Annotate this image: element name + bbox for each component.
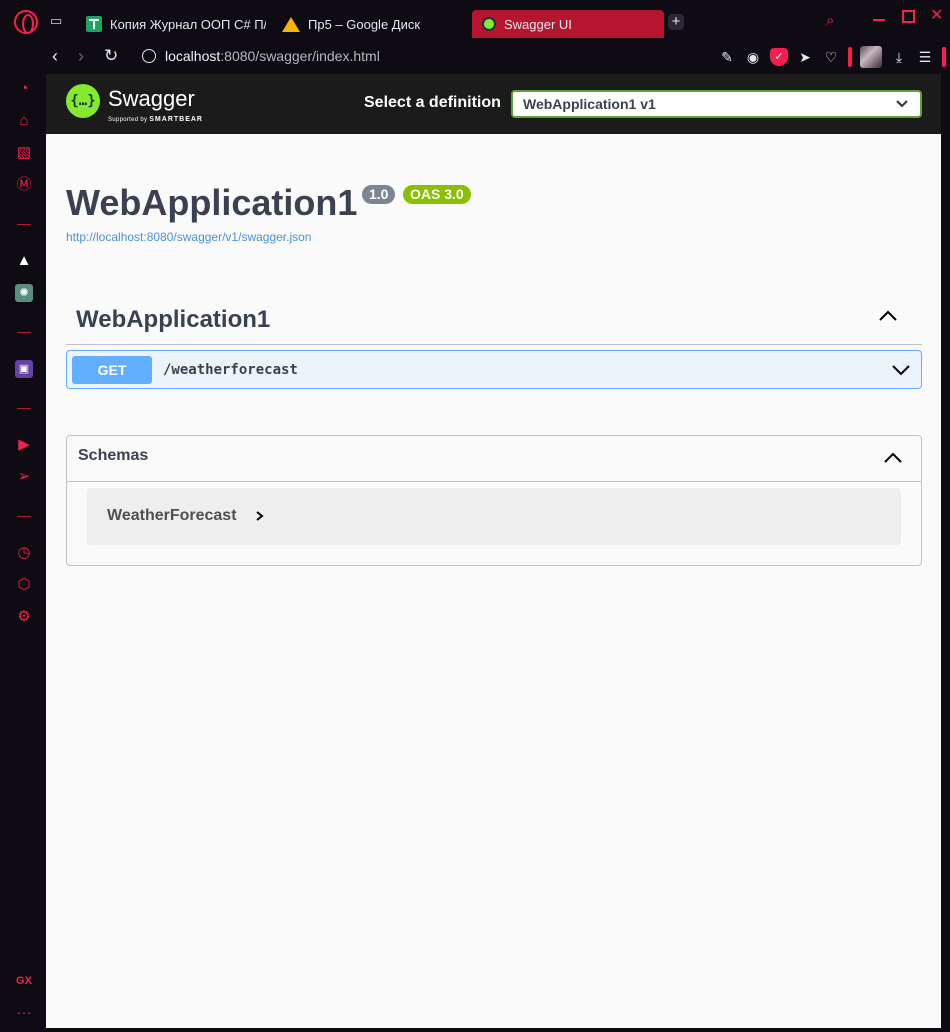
- bookmark-heart-icon[interactable]: ♡: [822, 48, 840, 66]
- tab-island-icon[interactable]: ▭: [50, 14, 68, 28]
- chevron-right-icon[interactable]: [255, 508, 265, 524]
- address-bar: ‹ › ↻ localhost:8080/swagger/index.html …: [46, 40, 950, 74]
- definition-select[interactable]: WebApplication1 v1: [511, 90, 922, 118]
- browser-titlebar: ▭ Копия Журнал ООП C# П/ Пр5 – Google Ди…: [0, 0, 950, 40]
- definition-selected-value: WebApplication1 v1: [523, 96, 656, 112]
- new-tab-button[interactable]: +: [668, 14, 684, 30]
- sidebar-divider: [17, 224, 31, 225]
- schemas-header[interactable]: Schemas: [67, 436, 921, 482]
- reload-button[interactable]: ↻: [104, 46, 118, 66]
- chevron-down-icon: [896, 92, 908, 124]
- operation-get-weatherforecast[interactable]: GET /weatherforecast: [66, 350, 922, 389]
- chevron-up-icon[interactable]: [878, 306, 898, 326]
- forward-button[interactable]: ›: [78, 46, 84, 66]
- sidebar-divider: [17, 408, 31, 409]
- page-scrollbar[interactable]: [941, 74, 950, 1032]
- tab-journal[interactable]: Копия Журнал ООП C# П/: [86, 10, 266, 38]
- swagger-favicon-icon: [482, 17, 496, 31]
- google-sheets-icon: [86, 16, 102, 32]
- definition-label: Select a definition: [364, 94, 501, 111]
- tag-name: WebApplication1: [76, 306, 271, 333]
- http-method-badge: GET: [72, 356, 152, 384]
- adblock-shield-icon[interactable]: ✓: [770, 48, 788, 66]
- snapshot-icon[interactable]: ◉: [744, 48, 762, 66]
- history-icon[interactable]: ◷: [15, 544, 33, 562]
- toolbar-separator: [942, 47, 946, 67]
- google-drive-icon: [282, 16, 300, 32]
- chatgpt-icon[interactable]: ✺: [15, 284, 33, 302]
- gx-mods-icon[interactable]: GX: [15, 972, 33, 990]
- chevron-down-icon[interactable]: [891, 360, 911, 380]
- twitch-icon[interactable]: ▣: [15, 360, 33, 378]
- swagger-brand: Swagger: [108, 86, 195, 111]
- flow-send-icon[interactable]: ➤: [796, 48, 814, 66]
- toolbar-icons: ✎ ◉ ✓ ➤ ♡ ⤓ ☰: [718, 46, 946, 68]
- api-title: WebApplication1: [66, 182, 358, 223]
- swagger-topbar: {…} Swagger Supported by SMARTBEAR Selec…: [46, 74, 941, 134]
- browser-sidebar: ◔ ⌂ ▧ Ⓜ ▲ ✺ ▣ ▶ ➢ ◷ ⬡ ⚙ GX ···: [0, 74, 46, 1032]
- easy-files-icon[interactable]: ✎: [718, 48, 736, 66]
- schemas-section: Schemas WeatherForecast: [66, 435, 922, 566]
- tab-google-drive[interactable]: Пр5 – Google Диск: [282, 10, 462, 38]
- swagger-supported-by: Supported by SMARTBEAR: [108, 116, 203, 123]
- url-field[interactable]: localhost:8080/swagger/index.html: [165, 48, 380, 64]
- tab-label: Копия Журнал ООП C# П/: [110, 16, 266, 32]
- back-button[interactable]: ‹: [52, 46, 58, 66]
- model-weatherforecast[interactable]: WeatherForecast: [87, 488, 901, 545]
- url-path: :8080/swagger/index.html: [220, 48, 380, 64]
- toolbar-separator: [848, 47, 852, 67]
- downloads-icon[interactable]: ⤓: [890, 48, 908, 66]
- tab-search-icon[interactable]: ⌕: [826, 12, 834, 29]
- sidebar-divider: [17, 332, 31, 333]
- more-options-icon[interactable]: ···: [15, 1004, 33, 1022]
- aria-ai-icon[interactable]: ▲: [15, 252, 33, 270]
- tab-swagger-ui[interactable]: Swagger UI: [472, 10, 664, 38]
- web-page: {…} Swagger Supported by SMARTBEAR Selec…: [46, 74, 941, 1028]
- opera-menu-icon[interactable]: [14, 10, 38, 34]
- tab-label: Пр5 – Google Диск: [308, 16, 421, 32]
- spec-url-link[interactable]: http://localhost:8080/swagger/v1/swagger…: [66, 230, 311, 244]
- supported-by-text: Supported by: [108, 117, 148, 123]
- hot-tabs-killer-icon[interactable]: ▧: [15, 144, 33, 162]
- chevron-up-icon[interactable]: [883, 448, 903, 468]
- extensions-cube-icon[interactable]: ⬡: [15, 576, 33, 594]
- operation-path: /weatherforecast: [163, 362, 298, 378]
- gx-corner-icon[interactable]: Ⓜ: [15, 176, 33, 194]
- minimize-button[interactable]: [870, 8, 888, 26]
- profile-avatar[interactable]: [860, 46, 882, 68]
- oas-badge: OAS 3.0: [403, 185, 471, 204]
- version-badge: 1.0: [362, 185, 396, 204]
- my-flow-icon[interactable]: ➢: [15, 468, 33, 486]
- gx-control-icon[interactable]: ◔: [15, 80, 33, 98]
- model-name: WeatherForecast: [107, 507, 237, 524]
- sidebar-divider: [17, 516, 31, 517]
- tag-section-header[interactable]: WebApplication1: [66, 294, 922, 345]
- maximize-button[interactable]: [902, 10, 915, 23]
- smartbear-text: SMARTBEAR: [149, 116, 203, 123]
- page-bottom-edge: [46, 1028, 941, 1032]
- schemas-title: Schemas: [78, 447, 149, 464]
- gx-cleaner-icon[interactable]: ⌂: [15, 112, 33, 130]
- player-icon[interactable]: ▶: [15, 436, 33, 454]
- easy-setup-icon[interactable]: ☰: [916, 48, 934, 66]
- swagger-logo-icon[interactable]: {…}: [66, 84, 100, 118]
- site-info-icon[interactable]: [142, 49, 156, 63]
- settings-gear-icon[interactable]: ⚙: [15, 608, 33, 626]
- close-window-button[interactable]: ✕: [930, 8, 948, 26]
- url-host: localhost: [165, 48, 221, 64]
- tab-label: Swagger UI: [504, 16, 572, 32]
